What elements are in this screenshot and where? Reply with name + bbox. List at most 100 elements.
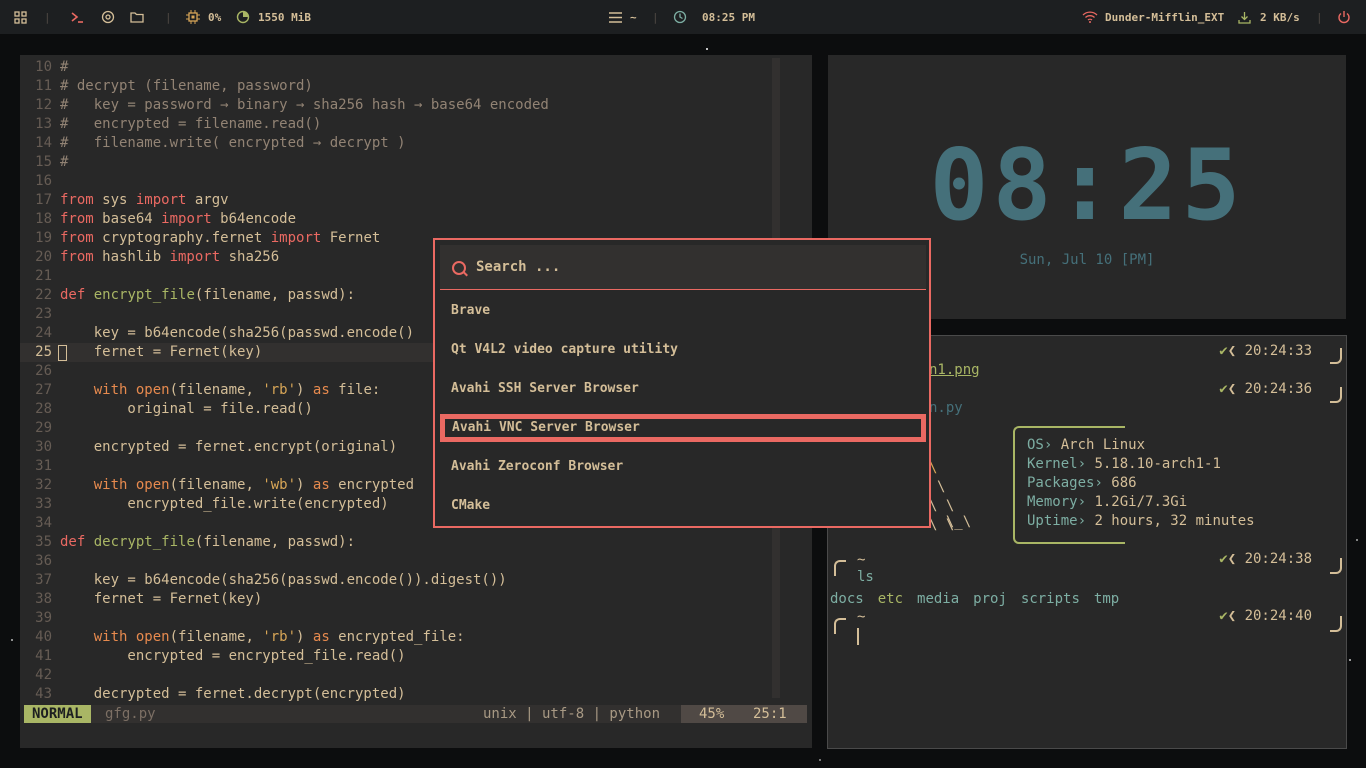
- line-text: fernet = Fernet(key): [60, 591, 263, 607]
- ls-entry[interactable]: proj: [973, 591, 1007, 607]
- launcher-item[interactable]: Avahi Zeroconf Browser: [440, 453, 926, 481]
- search-input[interactable]: [474, 258, 898, 276]
- line-text: with open(filename, 'wb') as encrypted: [93, 477, 415, 493]
- line-text: encrypted_file.write(encrypted): [60, 496, 389, 512]
- prompt-bracket: [834, 618, 846, 634]
- app-launcher[interactable]: Brave Qt V4L2 video capture utility Avahi …: [433, 238, 931, 528]
- line-text: def encrypt_file(filename, passwd):: [60, 287, 356, 303]
- launcher-item[interactable]: CMake: [440, 492, 926, 520]
- bar-separator: |: [165, 10, 172, 24]
- launcher-item[interactable]: Avahi SSH Server Browser: [440, 375, 926, 403]
- terminal-file-py[interactable]: n.py: [929, 400, 963, 416]
- line-number: 11: [35, 78, 52, 94]
- fetch-line: Packages› 686: [1027, 475, 1137, 491]
- prompt-dir: ~: [857, 609, 866, 625]
- line-number: 40: [35, 629, 52, 645]
- code-line[interactable]: 11 # decrypt (filename, password): [20, 77, 770, 96]
- ls-entry[interactable]: media: [917, 591, 959, 607]
- line-number: 42: [35, 667, 52, 683]
- launcher-item[interactable]: Qt V4L2 video capture utility: [440, 336, 926, 364]
- line-text: encrypted = encrypted_file.read(): [60, 648, 406, 664]
- ascii-logo: \: [937, 479, 946, 495]
- line-text: original = file.read(): [60, 401, 313, 417]
- code-line[interactable]: 16: [20, 172, 770, 191]
- line-number: 35: [35, 534, 52, 550]
- line-number: 33: [35, 496, 52, 512]
- search-box[interactable]: [440, 245, 926, 290]
- code-line[interactable]: 42: [20, 666, 770, 685]
- line-number: 30: [35, 439, 52, 455]
- ls-entry[interactable]: docs: [830, 591, 864, 607]
- code-line[interactable]: 41 encrypted = encrypted_file.read(): [20, 647, 770, 666]
- line-text: key = b64encode(sha256(passwd.encode()).…: [60, 572, 507, 588]
- ls-entry[interactable]: etc: [878, 591, 903, 607]
- cpu-usage: 0%: [208, 10, 222, 24]
- workspace-label[interactable]: ~: [630, 0, 637, 34]
- topbar-time: 08:25 PM: [702, 10, 755, 24]
- line-number: 37: [35, 572, 52, 588]
- line-number: 12: [35, 97, 52, 113]
- code-line[interactable]: 13 # encrypted = filename.read(): [20, 115, 770, 134]
- line-number: 34: [35, 515, 52, 531]
- code-line[interactable]: 18 from base64 import b64encode: [20, 210, 770, 229]
- code-line[interactable]: 12 # key = password → binary → sha256 has…: [20, 96, 770, 115]
- scroll-percent: 45%: [699, 706, 725, 722]
- line-text: from base64 import b64encode: [60, 211, 297, 227]
- line-text: encrypted = fernet.encrypt(original): [60, 439, 398, 455]
- line-number: 43: [35, 686, 52, 702]
- wifi-icon[interactable]: [1082, 0, 1098, 34]
- ls-entry[interactable]: tmp: [1094, 591, 1119, 607]
- clock-icon: [673, 0, 687, 34]
- code-line[interactable]: 38 fernet = Fernet(key): [20, 590, 770, 609]
- editor-cursor: [58, 345, 67, 361]
- prompt-bracket: [1330, 616, 1342, 632]
- folder-icon[interactable]: [130, 0, 144, 34]
- code-line[interactable]: 14 # filename.write( encrypted → decrypt …: [20, 134, 770, 153]
- network-name: Dunder-Mifflin_EXT: [1105, 10, 1225, 24]
- prompt-time: ✔❮ 20:24:36: [1219, 381, 1312, 397]
- code-line[interactable]: 40 with open(filename, 'rb') as encrypte…: [20, 628, 770, 647]
- line-number: 36: [35, 553, 52, 569]
- line-text: #: [60, 154, 69, 170]
- menu-icon[interactable]: [609, 0, 622, 34]
- line-number: 41: [35, 648, 52, 664]
- ls-entry[interactable]: scripts: [1021, 591, 1080, 607]
- line-text: from hashlib import sha256: [60, 249, 280, 265]
- line-text: decrypted = fernet.decrypt(encrypted): [60, 686, 406, 702]
- code-line[interactable]: 15 #: [20, 153, 770, 172]
- launcher-item[interactable]: Brave: [440, 297, 926, 325]
- code-line[interactable]: 17 from sys import argv: [20, 191, 770, 210]
- memory-icon: [236, 0, 250, 34]
- code-line[interactable]: 39: [20, 609, 770, 628]
- code-line[interactable]: 43 decrypted = fernet.decrypt(encrypted): [20, 685, 770, 704]
- code-line[interactable]: 35 def decrypt_file(filename, passwd):: [20, 533, 770, 552]
- line-number: 26: [35, 363, 52, 379]
- file-name: gfg.py: [105, 706, 156, 722]
- terminal-file-png[interactable]: n1.png: [929, 362, 980, 378]
- line-text: #: [60, 59, 69, 75]
- browser-icon[interactable]: [101, 0, 115, 34]
- code-line[interactable]: 10 #: [20, 58, 770, 77]
- line-number: 10: [35, 59, 52, 75]
- line-text: # decrypt (filename, password): [60, 78, 313, 94]
- prompt-bracket: [1330, 348, 1342, 364]
- terminal-icon[interactable]: [70, 0, 84, 34]
- power-icon[interactable]: [1337, 0, 1351, 34]
- check-icon: ✔: [1219, 608, 1228, 624]
- line-text: from cryptography.fernet import Fernet: [60, 230, 381, 246]
- ascii-logo: \_\: [929, 514, 972, 530]
- launcher-item[interactable]: Avahi VNC Server Browser: [440, 414, 926, 442]
- cursor-position: 25:1: [753, 706, 787, 722]
- terminal-cursor: [857, 628, 859, 645]
- apps-grid-icon[interactable]: [14, 0, 27, 34]
- code-line[interactable]: 37 key = b64encode(sha256(passwd.encode(…: [20, 571, 770, 590]
- line-text: # key = password → binary → sha256 hash …: [60, 97, 549, 113]
- line-text: with open(filename, 'rb') as file:: [93, 382, 381, 398]
- line-number: 15: [35, 154, 52, 170]
- clock-digits: 08:25: [929, 129, 1245, 243]
- prompt-dir: ~: [857, 552, 866, 568]
- code-line[interactable]: 36: [20, 552, 770, 571]
- system-info: OS› Arch Linux Kernel› 5.18.10-arch1-1 Pac…: [1027, 436, 1255, 531]
- ascii-logo: \ \: [929, 498, 955, 514]
- line-number: 22: [35, 287, 52, 303]
